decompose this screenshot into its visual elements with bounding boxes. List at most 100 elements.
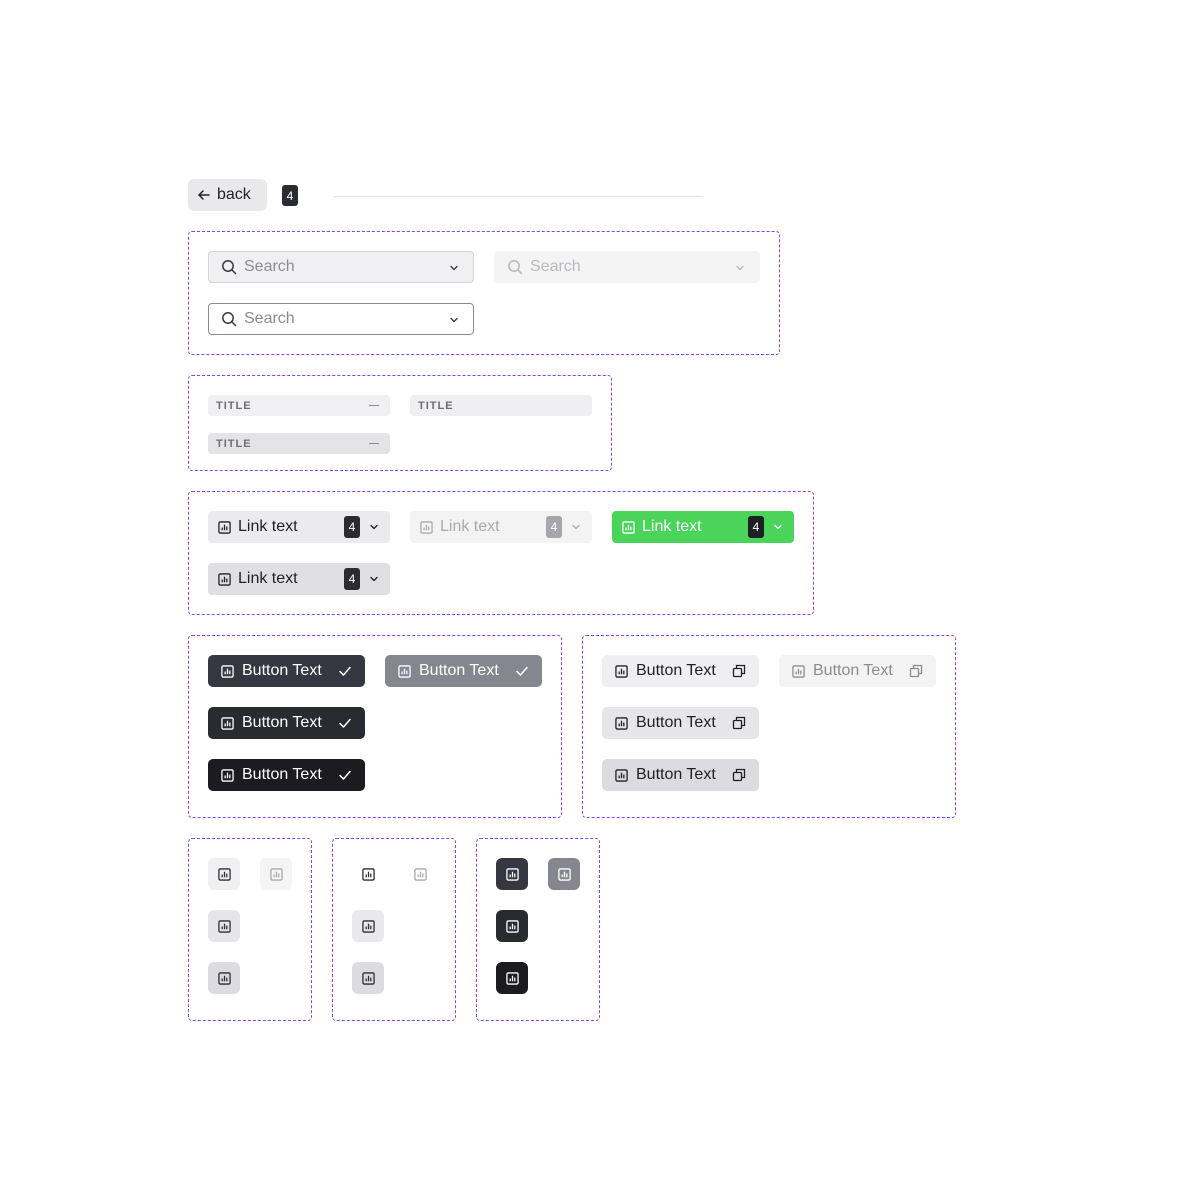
- secondary-button-pressed[interactable]: Button Text: [602, 759, 759, 791]
- bar-chart-icon: [622, 521, 635, 534]
- icon-button-light-default[interactable]: [208, 858, 240, 890]
- count-badge: 4: [282, 185, 298, 206]
- icon-button-light-frame: [188, 838, 312, 1021]
- link-label: Link text: [440, 518, 500, 535]
- link-count-badge: 4: [748, 516, 764, 538]
- link-label: Link text: [642, 518, 702, 535]
- icon-button-dark-pressed[interactable]: [496, 962, 528, 994]
- search-placeholder: Search: [244, 258, 295, 275]
- link-variants-frame: [188, 491, 814, 615]
- minus-icon[interactable]: [369, 443, 379, 444]
- minus-icon[interactable]: [369, 405, 379, 406]
- link-dropdown-active[interactable]: Link text 4: [612, 511, 794, 543]
- bar-chart-icon: [362, 972, 375, 985]
- link-label: Link text: [238, 518, 298, 535]
- bar-chart-icon: [615, 665, 628, 678]
- secondary-button-hover[interactable]: Button Text: [602, 707, 759, 739]
- icon-button-light-disabled[interactable]: [260, 858, 292, 890]
- check-icon: [515, 664, 529, 678]
- section-title-label: TITLE: [216, 437, 252, 450]
- search-icon: [221, 311, 237, 327]
- bar-chart-icon: [218, 972, 231, 985]
- button-label: Button Text: [419, 662, 499, 679]
- primary-button-hover[interactable]: Button Text: [208, 707, 365, 739]
- icon-button-ghost-disabled[interactable]: [404, 858, 436, 890]
- section-title-label: TITLE: [418, 399, 454, 412]
- title-variants-frame: [188, 375, 612, 471]
- chevron-down-icon: [449, 263, 459, 273]
- bar-chart-icon: [221, 717, 234, 730]
- link-dropdown-default[interactable]: Link text 4: [208, 511, 390, 543]
- icon-button-dark-default[interactable]: [496, 858, 528, 890]
- secondary-button-default[interactable]: Button Text: [602, 655, 759, 687]
- search-select-default[interactable]: Search: [208, 251, 474, 283]
- arrow-left-icon: [197, 188, 211, 202]
- section-title-label: TITLE: [216, 399, 252, 412]
- bar-chart-icon: [218, 868, 231, 881]
- icon-button-light-hover[interactable]: [208, 910, 240, 942]
- bar-chart-icon: [270, 868, 283, 881]
- chevron-down-icon: [773, 522, 783, 532]
- link-label: Link text: [238, 570, 298, 587]
- bar-chart-icon: [218, 573, 231, 586]
- bar-chart-icon: [398, 665, 411, 678]
- chevron-down-icon: [735, 263, 745, 273]
- icon-button-ghost-frame: [332, 838, 456, 1021]
- chevron-down-icon: [369, 574, 379, 584]
- secondary-button-disabled[interactable]: Button Text: [779, 655, 936, 687]
- search-placeholder: Search: [530, 258, 581, 275]
- button-label: Button Text: [636, 662, 716, 679]
- primary-button-pressed[interactable]: Button Text: [208, 759, 365, 791]
- check-icon: [338, 768, 352, 782]
- bar-chart-icon: [221, 665, 234, 678]
- chevron-down-icon: [449, 315, 459, 325]
- button-label: Button Text: [242, 766, 322, 783]
- button-label: Button Text: [242, 714, 322, 731]
- button-label: Button Text: [813, 662, 893, 679]
- chevron-down-icon: [571, 522, 581, 532]
- link-count-badge: 4: [344, 568, 360, 590]
- check-icon: [338, 664, 352, 678]
- search-placeholder: Search: [244, 310, 295, 327]
- bar-chart-icon: [615, 769, 628, 782]
- icon-button-light-pressed[interactable]: [208, 962, 240, 994]
- search-icon: [221, 259, 237, 275]
- copy-icon: [732, 768, 746, 782]
- back-button[interactable]: back: [188, 179, 267, 211]
- chevron-down-icon: [369, 522, 379, 532]
- section-title-collapsible[interactable]: TITLE: [208, 395, 390, 416]
- back-label: back: [217, 186, 251, 203]
- section-title-collapsible-active[interactable]: TITLE: [208, 433, 390, 454]
- bar-chart-icon: [506, 868, 519, 881]
- bar-chart-icon: [362, 920, 375, 933]
- bar-chart-icon: [218, 521, 231, 534]
- check-icon: [338, 716, 352, 730]
- bar-chart-icon: [558, 868, 571, 881]
- icon-button-ghost-pressed[interactable]: [352, 962, 384, 994]
- search-variants-frame: [188, 231, 780, 355]
- bar-chart-icon: [506, 972, 519, 985]
- icon-button-ghost-hover[interactable]: [352, 910, 384, 942]
- icon-button-dark-frame: [476, 838, 600, 1021]
- bar-chart-icon: [221, 769, 234, 782]
- icon-button-ghost-default[interactable]: [352, 858, 384, 890]
- primary-button-default[interactable]: Button Text: [208, 655, 365, 687]
- link-count-badge: 4: [344, 516, 360, 538]
- icon-button-dark-hover[interactable]: [496, 910, 528, 942]
- search-select-disabled[interactable]: Search: [494, 251, 760, 283]
- section-title: TITLE: [410, 395, 592, 416]
- link-count-badge: 4: [546, 516, 562, 538]
- bar-chart-icon: [615, 717, 628, 730]
- bar-chart-icon: [420, 521, 433, 534]
- bar-chart-icon: [414, 868, 427, 881]
- link-dropdown-disabled[interactable]: Link text 4: [410, 511, 592, 543]
- divider: [334, 196, 703, 197]
- bar-chart-icon: [218, 920, 231, 933]
- button-label: Button Text: [636, 714, 716, 731]
- search-select-outlined[interactable]: Search: [208, 303, 474, 335]
- copy-icon: [732, 716, 746, 730]
- bar-chart-icon: [362, 868, 375, 881]
- link-dropdown-pressed[interactable]: Link text 4: [208, 563, 390, 595]
- icon-button-dark-disabled[interactable]: [548, 858, 580, 890]
- primary-button-disabled[interactable]: Button Text: [385, 655, 542, 687]
